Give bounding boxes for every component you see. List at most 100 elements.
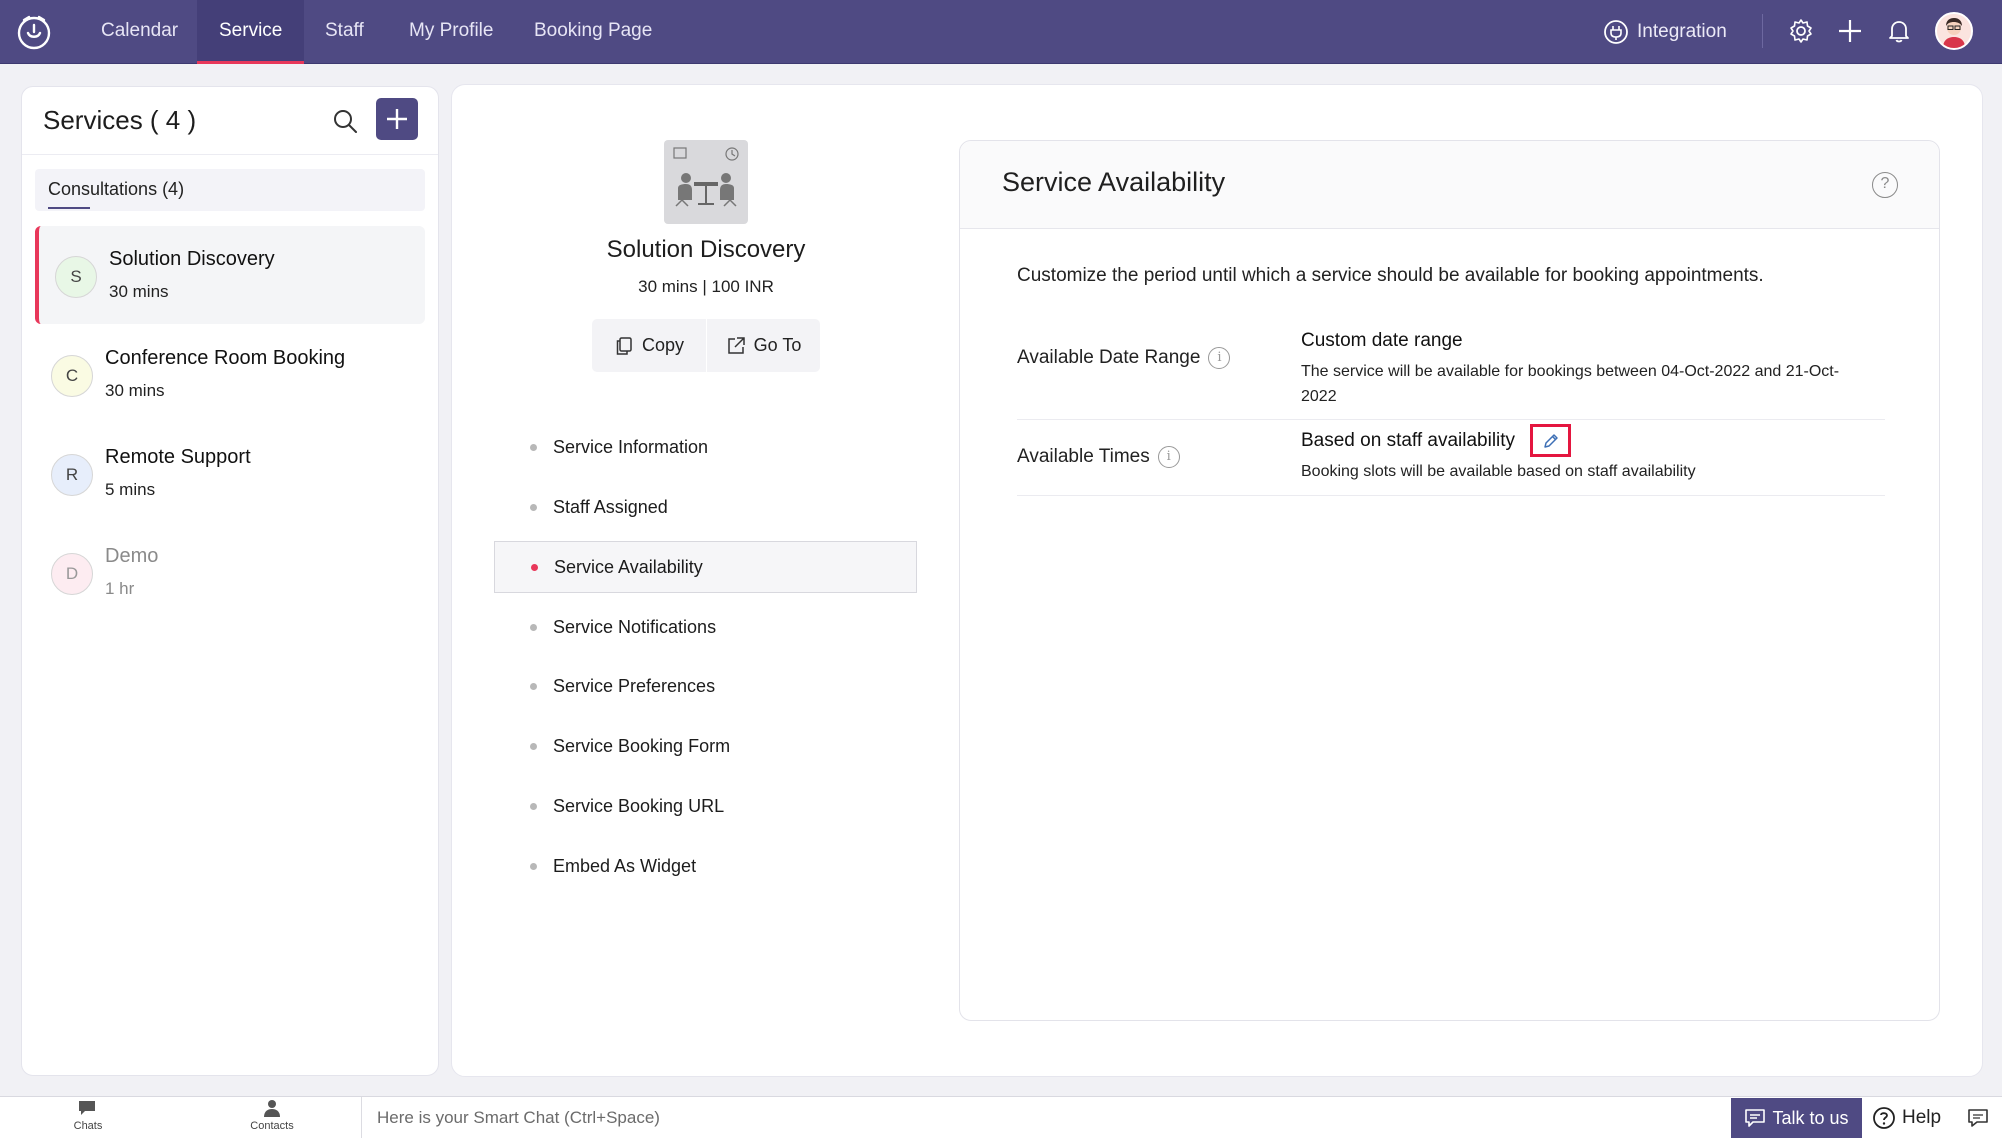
- talk-to-us-button[interactable]: Talk to us: [1731, 1098, 1862, 1138]
- external-link-icon: [727, 336, 745, 354]
- chats-button[interactable]: Chats: [48, 1099, 128, 1132]
- row-divider: [1017, 495, 1885, 496]
- nav-tab-calendar[interactable]: Calendar: [79, 0, 200, 64]
- service-title: Solution Discovery: [606, 236, 806, 263]
- nav-tab-staff[interactable]: Staff: [303, 0, 386, 64]
- topbar-divider: [1762, 14, 1763, 48]
- availability-description: Customize the period until which a servi…: [1017, 265, 1764, 286]
- service-availability-card: Service Availability ? Customize the per…: [959, 140, 1940, 1021]
- integration-label: Integration: [1637, 21, 1727, 42]
- row-label-text: Available Times: [1017, 446, 1150, 467]
- menu-label: Service Information: [553, 436, 709, 457]
- go-to-button[interactable]: Go To: [706, 319, 820, 372]
- help-icon[interactable]: ?: [1872, 172, 1898, 198]
- menu-service-availability[interactable]: Service Availability: [494, 541, 917, 593]
- contact-person-icon: [264, 1100, 280, 1117]
- available-times-label: Available Times i: [1017, 446, 1180, 468]
- menu-service-booking-url[interactable]: Service Booking URL: [494, 780, 917, 832]
- service-duration: 1 hr: [105, 579, 135, 598]
- help-circle-icon: [1873, 1107, 1895, 1129]
- chat-icon: [1745, 1109, 1766, 1127]
- menu-staff-assigned[interactable]: Staff Assigned: [494, 481, 917, 533]
- menu-service-preferences[interactable]: Service Preferences: [494, 660, 917, 712]
- user-avatar[interactable]: [1935, 12, 1973, 50]
- nav-tab-service[interactable]: Service: [197, 0, 305, 64]
- service-item-demo[interactable]: D Demo 1 hr: [35, 523, 425, 621]
- menu-service-information[interactable]: Service Information: [494, 421, 917, 473]
- category-tab-label: Consultations (4): [48, 179, 185, 199]
- service-name: Demo: [105, 545, 159, 567]
- menu-dot: [530, 802, 537, 810]
- menu-dot: [530, 443, 537, 451]
- service-image-placeholder: [664, 140, 748, 224]
- availability-header: Service Availability ?: [960, 141, 1939, 229]
- edit-available-times-button[interactable]: [1530, 424, 1571, 457]
- copy-icon: [616, 336, 632, 355]
- plug-icon: [1604, 20, 1628, 44]
- service-avatar: C: [51, 355, 93, 397]
- menu-label: Service Booking Form: [553, 735, 731, 756]
- menu-label: Embed As Widget: [553, 855, 697, 876]
- date-range-description: The service will be available for bookin…: [1301, 359, 1871, 409]
- chats-label: Chats: [73, 1120, 103, 1132]
- availability-title: Service Availability: [1002, 167, 1226, 197]
- search-icon[interactable]: [331, 107, 359, 135]
- row-divider: [1017, 419, 1885, 420]
- service-duration: 30 mins: [109, 282, 169, 301]
- service-subtitle: 30 mins | 100 INR: [638, 277, 774, 296]
- info-icon[interactable]: i: [1157, 446, 1180, 468]
- chat-bubble-icon: [79, 1101, 95, 1115]
- services-panel: Services ( 4 ) Consultations (4) S Solut…: [21, 86, 439, 1076]
- menu-embed-as-widget[interactable]: Embed As Widget: [494, 840, 917, 892]
- menu-dot: [530, 623, 537, 631]
- service-avatar: S: [55, 256, 97, 298]
- help-label: Help: [1902, 1107, 1942, 1128]
- date-range-start: 04-Oct-2022: [1661, 363, 1751, 380]
- menu-dot: [530, 503, 537, 511]
- top-navigation-bar: Calendar Service Staff My Profile Bookin…: [0, 0, 2002, 64]
- service-duration: 30 mins: [105, 381, 165, 400]
- menu-label: Service Booking URL: [553, 795, 725, 816]
- menu-label: Service Preferences: [553, 675, 716, 696]
- menu-dot: [530, 862, 537, 870]
- gear-icon[interactable]: [1786, 16, 1816, 46]
- bottom-bar-divider: [361, 1097, 362, 1138]
- contacts-button[interactable]: Contacts: [232, 1099, 312, 1132]
- service-name: Remote Support: [105, 446, 251, 468]
- plus-icon: [387, 109, 407, 129]
- menu-service-booking-form[interactable]: Service Booking Form: [494, 720, 917, 772]
- integration-button[interactable]: Integration: [1603, 0, 1727, 64]
- services-title: Services ( 4 ): [43, 105, 197, 135]
- help-button[interactable]: Help: [1872, 1098, 1941, 1138]
- service-item-remote-support[interactable]: R Remote Support 5 mins: [35, 424, 425, 522]
- menu-label: Service Availability: [554, 556, 703, 577]
- date-range-desc-mid: and: [1750, 363, 1786, 380]
- bell-icon[interactable]: [1884, 16, 1914, 46]
- smart-chat-input[interactable]: Here is your Smart Chat (Ctrl+Space): [377, 1108, 660, 1128]
- feedback-icon[interactable]: [1966, 1107, 1990, 1129]
- category-tab-underline: [48, 207, 90, 209]
- service-avatar: D: [51, 553, 93, 595]
- services-panel-header: Services ( 4 ): [22, 87, 438, 155]
- category-tab-consultations[interactable]: Consultations (4): [35, 169, 425, 211]
- contacts-label: Contacts: [250, 1120, 294, 1132]
- service-name: Solution Discovery: [109, 248, 275, 270]
- menu-dot: [530, 682, 537, 690]
- service-action-buttons: Copy Go To: [592, 319, 820, 372]
- row-label-text: Available Date Range: [1017, 347, 1201, 368]
- bookings-logo-icon[interactable]: [14, 12, 54, 52]
- menu-label: Staff Assigned: [553, 496, 668, 517]
- plus-icon[interactable]: [1835, 16, 1865, 46]
- nav-tab-booking-page[interactable]: Booking Page: [512, 0, 674, 64]
- info-icon[interactable]: i: [1208, 347, 1231, 369]
- add-service-button[interactable]: [376, 98, 418, 140]
- service-item-solution-discovery[interactable]: S Solution Discovery 30 mins: [35, 226, 425, 324]
- go-to-label: Go To: [753, 335, 802, 355]
- date-range-value: Custom date range: [1301, 330, 1463, 351]
- menu-service-notifications[interactable]: Service Notifications: [494, 601, 917, 653]
- copy-button[interactable]: Copy: [592, 319, 706, 372]
- service-item-conference-room-booking[interactable]: C Conference Room Booking 30 mins: [35, 325, 425, 423]
- menu-dot: [530, 742, 537, 750]
- nav-tab-my-profile[interactable]: My Profile: [387, 0, 515, 64]
- available-date-range-label: Available Date Range i: [1017, 347, 1231, 369]
